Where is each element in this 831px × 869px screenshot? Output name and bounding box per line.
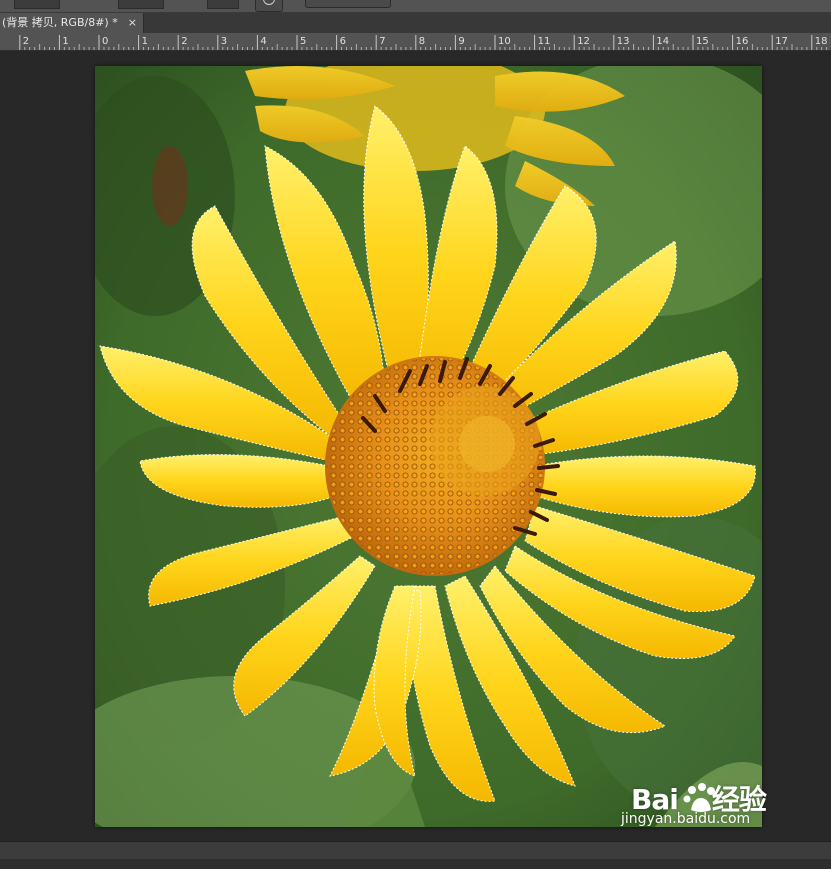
ruler-label: 2 xyxy=(23,36,29,47)
paw-icon xyxy=(683,783,715,812)
refine-edge-button[interactable] xyxy=(305,0,391,8)
option-field-1[interactable] xyxy=(14,0,60,9)
sunflower-photo[interactable] xyxy=(95,66,762,827)
baidu-jingyan-watermark: Bai 经验 jingyan.baidu.com xyxy=(621,778,791,827)
ruler-label: 3 xyxy=(221,36,227,47)
document-tab[interactable]: (背景 拷贝, RGB/8#) * × xyxy=(0,13,144,33)
photo-canvas xyxy=(95,66,762,827)
ruler-label: 11 xyxy=(538,36,551,47)
ruler-label: 18 xyxy=(815,36,828,47)
ruler-label: 10 xyxy=(498,36,511,47)
ruler-label: 16 xyxy=(736,36,749,47)
ruler-label: 5 xyxy=(300,36,306,47)
option-field-2[interactable] xyxy=(118,0,164,9)
bottom-panel-edge xyxy=(0,859,831,869)
options-bar xyxy=(0,0,831,13)
ruler-label: 2 xyxy=(181,36,187,47)
ruler-label: 1 xyxy=(142,36,148,47)
ruler-label: 17 xyxy=(775,36,788,47)
ruler-label: 12 xyxy=(577,36,590,47)
brush-target-icon[interactable] xyxy=(255,0,283,12)
ruler-label: 0 xyxy=(102,36,108,47)
ruler-label: 7 xyxy=(379,36,385,47)
ruler-label: 13 xyxy=(617,36,630,47)
ruler-graphic: 2 1 0 1 2 3 4 5 6 7 8 9 10 11 12 13 14 15 16 17 18 xyxy=(19,35,828,50)
photoshop-window: (背景 拷贝, RGB/8#) * × 2 1 0 1 2 3 4 5 6 7 8 9 10 11 12 13… xyxy=(0,0,831,869)
ruler-label: 4 xyxy=(260,36,266,47)
ruler-label: 9 xyxy=(458,36,464,47)
status-bar xyxy=(0,841,831,860)
watermark-site: jingyan.baidu.com xyxy=(621,811,751,827)
ruler-label: 14 xyxy=(656,36,669,47)
close-icon[interactable]: × xyxy=(128,13,137,33)
document-tab-title: (背景 拷贝, RGB/8#) * xyxy=(2,16,118,29)
ruler-label: 8 xyxy=(419,36,425,47)
horizontal-ruler[interactable]: 2 1 0 1 2 3 4 5 6 7 8 9 10 11 12 13 14 15 16 17 18 xyxy=(0,33,831,51)
ruler-label: 6 xyxy=(340,36,346,47)
tab-bar: (背景 拷贝, RGB/8#) * × xyxy=(0,13,831,33)
option-field-3[interactable] xyxy=(207,0,239,9)
ruler-label: 1 xyxy=(62,36,68,47)
canvas-area[interactable]: Bai 经验 jingyan.baidu.com xyxy=(0,51,831,841)
ruler-label: 15 xyxy=(696,36,709,47)
